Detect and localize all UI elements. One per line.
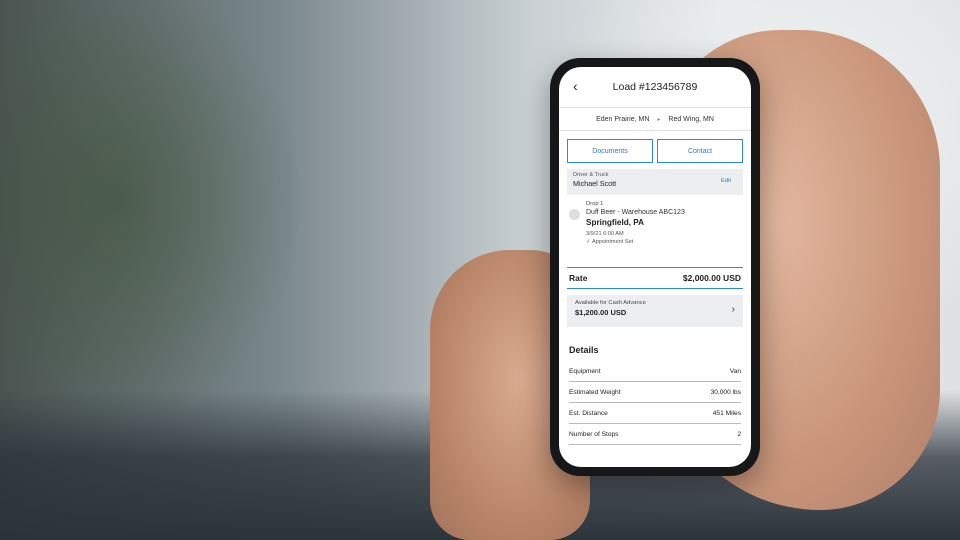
detail-label: Number of Stops xyxy=(569,430,619,438)
back-chevron-icon[interactable]: ‹ xyxy=(573,78,578,94)
rate-label: Rate xyxy=(569,273,588,283)
drop-facility: Duff Beer - Warehouse ABC123 xyxy=(586,209,685,216)
check-icon: ✓ xyxy=(586,239,591,245)
detail-row-weight: Estimated Weight 30,000 lbs xyxy=(569,382,741,403)
contact-button[interactable]: Contact xyxy=(657,139,743,163)
details-title: Details xyxy=(569,345,599,355)
drop-stop[interactable]: Drop 1 Duff Beer - Warehouse ABC123 Spri… xyxy=(559,195,751,245)
detail-label: Equipment xyxy=(569,367,601,375)
app-screen: ‹ Load #123456789 Eden Prairie, MN ▸ Red… xyxy=(559,67,751,467)
rate-row: Rate $2,000.00 USD xyxy=(567,267,743,289)
cash-advance-label: Available for Cash Advance xyxy=(575,300,646,306)
page-title: Load #123456789 xyxy=(612,81,698,93)
action-buttons: Documents Contact xyxy=(559,139,751,163)
drop-info: Drop 1 Duff Beer - Warehouse ABC123 Spri… xyxy=(586,201,685,245)
stop-marker-icon xyxy=(569,209,580,220)
cash-advance-card[interactable]: Available for Cash Advance $1,200.00 USD… xyxy=(567,295,743,327)
detail-value: 2 xyxy=(737,430,741,438)
appointment-text: Appointment Set xyxy=(591,239,634,245)
route-arrow-icon: ▸ xyxy=(657,116,661,123)
detail-row-distance: Est. Distance 451 Miles xyxy=(569,403,741,424)
documents-button[interactable]: Documents xyxy=(567,139,653,163)
drop-label: Drop 1 xyxy=(586,201,604,207)
route-destination: Red Wing, MN xyxy=(668,115,714,123)
detail-label: Est. Distance xyxy=(569,409,608,417)
route-bar: Eden Prairie, MN ▸ Red Wing, MN xyxy=(559,107,751,131)
detail-value: 451 Miles xyxy=(712,409,741,417)
drop-datetime: 3/9/21 6:00 AM xyxy=(586,231,624,237)
driver-name: Michael Scott xyxy=(573,179,617,188)
chevron-right-icon: › xyxy=(731,304,735,315)
top-bar: ‹ Load #123456789 xyxy=(559,67,751,107)
detail-value: 30,000 lbs xyxy=(710,388,741,396)
driver-truck-card: Driver & Truck Michael Scott Edit xyxy=(567,169,743,195)
detail-row-stops: Number of Stops 2 xyxy=(569,424,741,445)
drop-city: Springfield, PA xyxy=(586,218,645,227)
rate-value: $2,000.00 USD xyxy=(682,273,741,283)
detail-value: Van xyxy=(729,367,741,375)
detail-label: Estimated Weight xyxy=(569,388,621,396)
cash-advance-value: $1,200.00 USD xyxy=(575,308,627,317)
route-origin: Eden Prairie, MN xyxy=(596,115,650,123)
phone-device: ‹ Load #123456789 Eden Prairie, MN ▸ Red… xyxy=(550,58,760,476)
appointment-status: ✓ Appointment Set xyxy=(586,239,685,245)
driver-label: Driver & Truck xyxy=(573,172,609,178)
edit-driver-link[interactable]: Edit xyxy=(721,178,731,184)
detail-row-equipment: Equipment Van xyxy=(569,361,741,382)
